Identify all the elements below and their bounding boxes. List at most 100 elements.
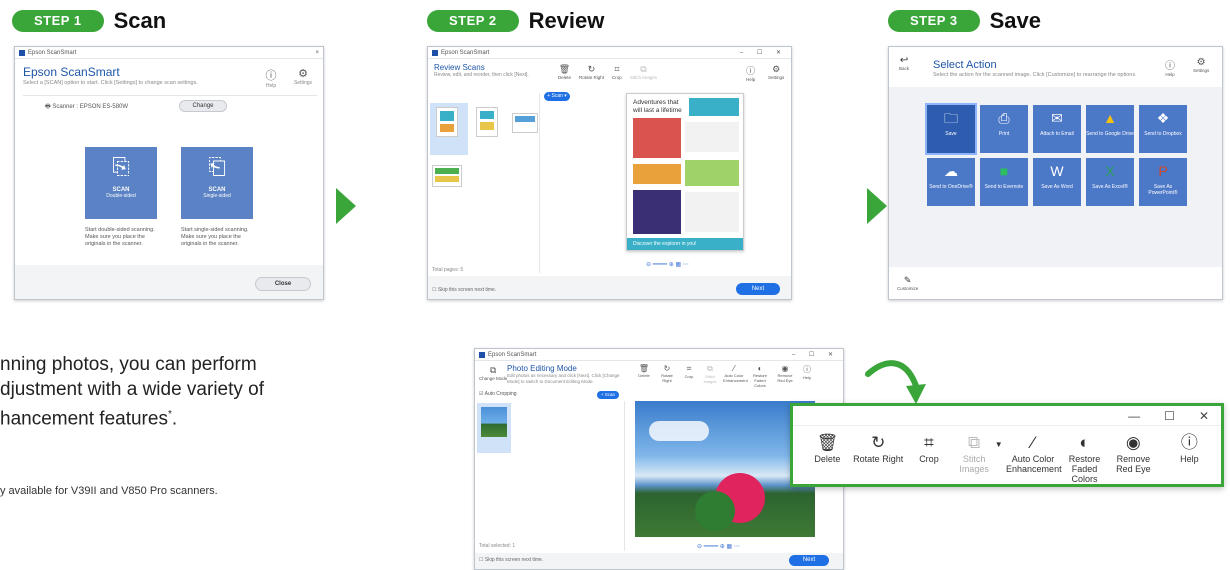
auto-crop-label: Auto Cropping — [484, 391, 517, 397]
zoomed-window-controls: — ☐ ✕ — [793, 406, 1221, 426]
scan-titlebar: Epson ScanSmart × — [15, 47, 323, 59]
action-label: Save — [945, 131, 957, 137]
half-circle-icon: ◐ — [757, 364, 763, 373]
help-button[interactable]: ⓘ Help — [1165, 57, 1175, 77]
folder-icon: 🗀 — [944, 110, 958, 126]
window-controls[interactable]: – ☐ ✕ — [740, 49, 787, 56]
zoom-rotate-right-button[interactable]: ↻ Rotate Right — [852, 432, 905, 464]
zoom-help-button[interactable]: ⓘ Help — [1168, 432, 1211, 464]
document-text-block-2 — [685, 192, 739, 232]
help-icon: ⓘ — [265, 70, 277, 82]
step1-pill: STEP 1 — [12, 10, 104, 32]
close-icon[interactable]: × — [315, 50, 319, 56]
customize-label: Customize — [897, 286, 919, 291]
save-heading: Select Action — [933, 59, 997, 71]
red-eye-button[interactable]: ◉ Remove Red Eye — [775, 364, 795, 388]
stitch-dropdown-icon[interactable]: ▼ — [995, 432, 1006, 449]
photo-thumbnail — [481, 407, 507, 437]
help-icon: ⓘ — [1180, 433, 1198, 452]
action-label: Save As Excel® — [1092, 184, 1128, 190]
action-dropbox[interactable]: ❖ Send to Dropbox — [1139, 105, 1187, 153]
printer-icon: ⎙ — [998, 110, 1010, 126]
zoom-delete-button[interactable]: 🗑 Delete — [803, 432, 852, 464]
action-onedrive[interactable]: ☁ Send to OneDrive® — [927, 158, 975, 206]
change-button[interactable]: Change — [179, 100, 227, 112]
stitch-button[interactable]: ⧉ Stitch Images — [702, 364, 718, 388]
zoom-stitch-label: Stitch Images — [959, 454, 989, 474]
help-icon: ⓘ — [803, 365, 811, 374]
maximize-icon[interactable]: ☐ — [1164, 409, 1175, 423]
zoom-slider[interactable]: ⊖ ━━━━ ⊕ ▦ ⋯ — [646, 261, 689, 268]
crop-button[interactable]: ⌗ Crop — [612, 64, 622, 80]
crop-icon: ⌗ — [614, 64, 620, 74]
stitch-button[interactable]: ⧉ Stitch Images — [630, 64, 657, 80]
scan-more-button[interactable]: + Scan — [597, 391, 619, 399]
skip-checkbox[interactable]: ☐ Skip this screen next time. — [479, 557, 543, 563]
action-powerpoint[interactable]: P Save As PowerPoint® — [1139, 158, 1187, 206]
action-evernote[interactable]: ■ Send to Evernote — [980, 158, 1028, 206]
auto-color-label: Auto Color Enhancement — [723, 373, 748, 383]
action-print[interactable]: ⎙ Print — [980, 105, 1028, 153]
scan-subtitle: Select a [SCAN] option to start. Click [… — [23, 80, 198, 86]
zoom-red-eye-button[interactable]: ◉ Remove Red Eye — [1109, 432, 1158, 474]
action-word[interactable]: W Save As Word — [1033, 158, 1081, 206]
document-icon: ⎗ — [208, 154, 226, 179]
next-button[interactable]: Next — [789, 555, 829, 566]
back-label: Back — [899, 66, 910, 71]
rotate-right-button[interactable]: ↻ Rotate Right — [579, 64, 604, 80]
trash-icon: 🗑 — [558, 64, 571, 74]
window-controls[interactable]: – ☐ ✕ — [792, 351, 839, 358]
rotate-right-button[interactable]: ↻ Rotate Right — [658, 364, 676, 388]
help-label: Help — [1165, 72, 1175, 77]
rotate-icon: ↻ — [663, 364, 671, 373]
zoom-restore-colors-button[interactable]: ◐ Restore Faded Colors — [1060, 432, 1109, 484]
action-email[interactable]: ✉ Attach to Email — [1033, 105, 1081, 153]
auto-cropping-checkbox[interactable]: ☑ Auto Cropping — [479, 391, 517, 397]
auto-color-button[interactable]: ⁄ Auto Color Enhancement — [723, 364, 748, 388]
restore-colors-button[interactable]: ◐ Restore Faded Colors — [750, 364, 770, 388]
minimize-icon[interactable]: — — [1128, 409, 1140, 423]
thumbnail-panel — [428, 93, 540, 273]
photo-subtitle: Edit photos as necessary and click [Next… — [507, 373, 620, 384]
photo-heading: Photo Editing Mode — [507, 364, 577, 373]
settings-button[interactable]: ⚙ Settings — [1193, 57, 1209, 73]
scan-more-button[interactable]: + Scan ▾ — [544, 92, 570, 101]
action-label: Print — [998, 131, 1010, 137]
stitch-icon: ⧉ — [640, 64, 647, 74]
action-excel[interactable]: X Save As Excel® — [1086, 158, 1134, 206]
scan-double-sided-button[interactable]: ⎘ SCAN Double-sided — [85, 147, 157, 219]
zoom-auto-color-button[interactable]: ⁄ Auto Color Enhancement — [1006, 432, 1062, 474]
customize-button[interactable]: ✎ Customize — [897, 275, 918, 291]
change-mode-button[interactable]: ⧉ Change Mode — [479, 365, 507, 381]
help-button[interactable]: ⓘ Help — [746, 64, 755, 82]
dropbox-icon: ❖ — [1156, 110, 1170, 126]
app-icon — [19, 49, 25, 56]
delete-button[interactable]: 🗑 Delete — [635, 364, 653, 388]
zoom-slider[interactable]: ⊖ ━━━━ ⊕ ▦ ⋯ — [697, 543, 740, 550]
thumbnail-selected[interactable] — [477, 403, 511, 453]
action-google-drive[interactable]: ▲ Send to Google Drive — [1086, 105, 1134, 153]
back-button[interactable]: ↩ Back — [899, 55, 909, 71]
zoom-stitch-button[interactable]: ⧉ Stitch Images — [953, 432, 994, 474]
rotate-icon: ↻ — [587, 64, 596, 74]
close-icon[interactable]: ✕ — [1199, 409, 1209, 423]
zoom-crop-button[interactable]: ⌗ Crop — [905, 432, 954, 464]
scan-single-sided-button[interactable]: ⎗ SCAN Single-sided — [181, 147, 253, 219]
document-banner — [689, 98, 739, 116]
delete-button[interactable]: 🗑 Delete — [558, 64, 571, 80]
step-arrow-2 — [867, 188, 887, 224]
evernote-icon: ■ — [999, 163, 1009, 179]
skip-checkbox[interactable]: ☐ Skip this screen next time. — [432, 287, 496, 293]
help-button[interactable]: ⓘ Help — [800, 364, 814, 388]
crop-button[interactable]: ⌗ Crop — [681, 364, 697, 388]
action-save[interactable]: 🗀 Save — [925, 103, 977, 155]
settings-button[interactable]: ⚙ Settings — [291, 67, 315, 86]
help-button[interactable]: ⓘ Help — [261, 67, 281, 89]
action-label: Save As Word — [1041, 184, 1073, 190]
settings-button[interactable]: ⚙ Settings — [768, 64, 784, 80]
next-button[interactable]: Next — [736, 283, 780, 295]
settings-label: Settings — [293, 80, 313, 86]
back-arrow-icon: ↩ — [899, 55, 909, 66]
close-button[interactable]: Close — [255, 277, 311, 291]
total-pages: Total pages: 5 — [432, 267, 464, 273]
